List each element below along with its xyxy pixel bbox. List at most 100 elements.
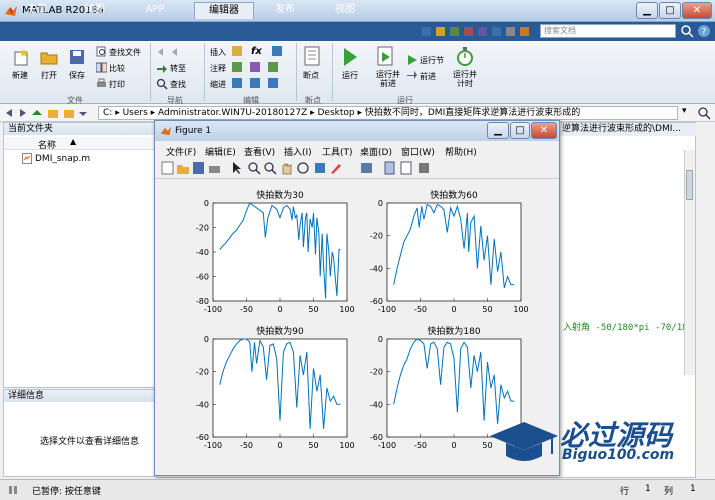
- details-title: 详细信息: [4, 390, 154, 402]
- y-tick-label: -60: [196, 273, 209, 282]
- maximize-button[interactable]: □: [659, 2, 681, 19]
- run-section-icon: [408, 55, 417, 65]
- x-tick-label: 100: [339, 441, 354, 450]
- y-tick-label: -20: [370, 368, 383, 377]
- x-tick-label: -50: [240, 441, 253, 450]
- x-tick-label: 0: [277, 305, 282, 314]
- run-advance-button[interactable]: 运行并前进: [373, 70, 403, 88]
- breakpoint-button[interactable]: 断点: [303, 70, 319, 81]
- indent-button[interactable]: 缩进: [210, 79, 226, 90]
- tab-home[interactable]: 主页: [14, 2, 60, 19]
- tab-view[interactable]: 视图: [322, 2, 368, 19]
- y-tick-label: 0: [204, 199, 209, 208]
- group-separator: [296, 43, 297, 101]
- save-button[interactable]: 保存: [69, 70, 85, 81]
- folder-nav-icons[interactable]: [4, 107, 94, 120]
- x-tick-label: 100: [513, 305, 528, 314]
- x-tick-label: 0: [451, 305, 456, 314]
- address-dropdown-icon[interactable]: ▾: [682, 106, 687, 116]
- figure-minimize-button[interactable]: ▁: [487, 122, 509, 139]
- current-folder-title: 当前文件夹: [4, 123, 154, 135]
- x-tick-label: 100: [339, 305, 354, 314]
- x-tick-label: -100: [204, 441, 222, 450]
- figure-close-button[interactable]: ✕: [531, 122, 557, 139]
- file-item[interactable]: DMI_snap.m: [35, 154, 90, 164]
- help-icon[interactable]: ?: [697, 24, 711, 38]
- run-advance-icon[interactable]: [376, 46, 396, 68]
- svg-text:?: ?: [702, 28, 707, 38]
- advance-button[interactable]: 前进: [420, 71, 436, 82]
- subplot-title: 快拍数为180: [427, 325, 480, 337]
- group-separator: [332, 43, 333, 101]
- status-bar: [0, 479, 715, 500]
- run-section-button[interactable]: 运行节: [420, 55, 444, 66]
- open-folder-icon[interactable]: [40, 48, 58, 66]
- edit-tools-icon[interactable]: [232, 46, 294, 90]
- x-tick-label: -50: [414, 441, 427, 450]
- y-tick-label: -40: [196, 248, 209, 257]
- folder-column-header: [4, 137, 154, 150]
- find-files-button[interactable]: 查找文件: [109, 47, 141, 58]
- status-col-value: 1: [690, 484, 696, 494]
- find-button[interactable]: 查找: [170, 79, 186, 90]
- compare-icon: [96, 62, 107, 73]
- figure-toolbar-icons[interactable]: [161, 161, 431, 175]
- path-segment[interactable]: Desktop: [318, 108, 355, 118]
- y-tick-label: -60: [196, 433, 209, 442]
- x-tick-label: 50: [308, 441, 318, 450]
- breakpoint-icon[interactable]: [303, 46, 323, 68]
- status-row-label: 行: [620, 487, 630, 497]
- run-icon[interactable]: [340, 46, 360, 68]
- new-icon[interactable]: [12, 48, 30, 66]
- figure-maximize-button[interactable]: □: [510, 122, 530, 139]
- details-panel: [3, 389, 155, 477]
- close-button[interactable]: ✕: [682, 2, 712, 19]
- group-separator: [150, 43, 151, 101]
- status-col-label: 列: [664, 487, 674, 497]
- search-icon[interactable]: [680, 24, 694, 38]
- editor-scroll-thumb[interactable]: [686, 170, 693, 200]
- insert-button[interactable]: 插入: [210, 47, 226, 58]
- y-tick-label: -80: [196, 297, 209, 306]
- minimize-button[interactable]: ▁: [636, 2, 658, 19]
- run-time-icon[interactable]: [455, 46, 475, 68]
- tab-apps[interactable]: APP: [128, 2, 182, 19]
- y-tick-label: 0: [378, 199, 383, 208]
- editor-code-line[interactable]: 入射角 -50/180*pi -70/180*: [563, 320, 687, 333]
- run-button[interactable]: 运行: [342, 70, 358, 81]
- goto-button[interactable]: 转至: [170, 63, 186, 74]
- address-search-icon[interactable]: [697, 106, 711, 120]
- figure-title: Figure 1: [175, 126, 212, 136]
- address-path[interactable]: C: ▸ Users ▸ Administrator.WIN7U-2018012…: [98, 106, 678, 120]
- x-tick-label: -100: [378, 441, 396, 450]
- subplot-title: 快拍数为90: [256, 325, 304, 337]
- tab-publish[interactable]: 发布: [262, 2, 308, 19]
- search-docs-input[interactable]: 搜索文档: [540, 24, 676, 38]
- x-tick-label: 50: [482, 305, 492, 314]
- x-tick-label: 50: [308, 305, 318, 314]
- run-time-button[interactable]: 运行并计时: [450, 70, 480, 88]
- status-row-value: 1: [645, 484, 651, 494]
- path-segment[interactable]: 快拍数不同时，DMI直接矩阵求逆算法进行波束形成的: [365, 108, 580, 118]
- tab-plots[interactable]: 绘图: [72, 2, 118, 19]
- x-tick-label: 0: [277, 441, 282, 450]
- subplot-title: 快拍数为60: [430, 189, 478, 201]
- path-segment[interactable]: Administrator.WIN7U-20180127Z: [158, 108, 307, 118]
- path-segment[interactable]: C:: [103, 108, 112, 118]
- compare-button[interactable]: 比较: [109, 63, 125, 74]
- print-button[interactable]: 打印: [109, 79, 125, 90]
- back-forward-icon[interactable]: [156, 46, 186, 58]
- new-button[interactable]: 新建: [12, 70, 28, 81]
- editor-file-tab[interactable]: 逆算法进行波束形成的\DMI...: [560, 123, 696, 136]
- y-tick-label: 0: [378, 335, 383, 344]
- y-tick-label: -40: [370, 400, 383, 409]
- quick-access-toolbar[interactable]: [420, 25, 530, 38]
- y-tick-label: -40: [196, 400, 209, 409]
- save-icon[interactable]: [68, 48, 86, 66]
- column-name[interactable]: 名称: [38, 138, 56, 151]
- open-button[interactable]: 打开: [41, 70, 57, 81]
- y-tick-label: -20: [370, 232, 383, 241]
- path-segment[interactable]: Users: [123, 108, 148, 118]
- tab-editor[interactable]: 编辑器: [194, 2, 254, 19]
- comment-button[interactable]: 注释: [210, 63, 226, 74]
